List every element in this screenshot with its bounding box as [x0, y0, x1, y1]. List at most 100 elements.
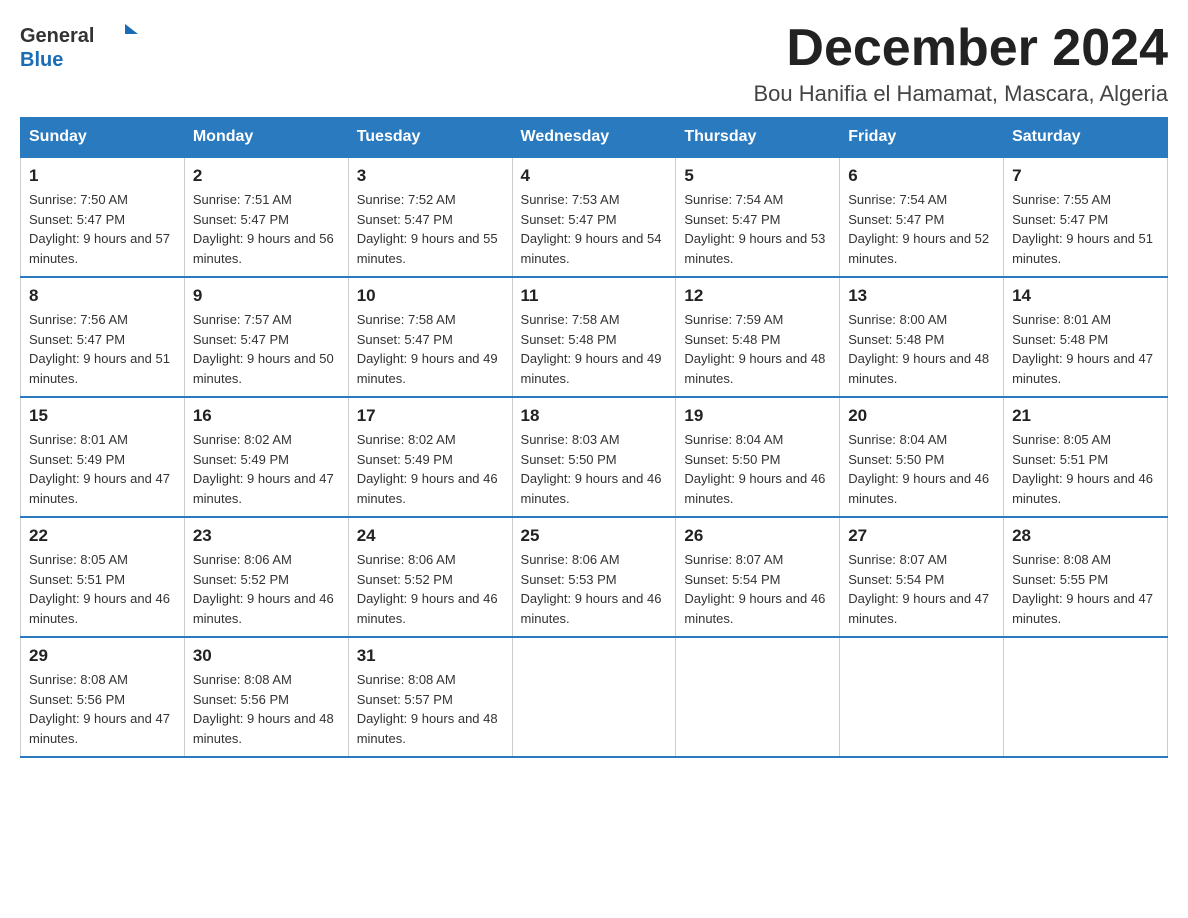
day-number: 2 — [193, 166, 340, 186]
day-info: Sunrise: 7:52 AM Sunset: 5:47 PM Dayligh… — [357, 190, 504, 268]
day-info: Sunrise: 8:08 AM Sunset: 5:55 PM Dayligh… — [1012, 550, 1159, 628]
table-row: 19 Sunrise: 8:04 AM Sunset: 5:50 PM Dayl… — [676, 397, 840, 517]
table-row: 12 Sunrise: 7:59 AM Sunset: 5:48 PM Dayl… — [676, 277, 840, 397]
table-row: 17 Sunrise: 8:02 AM Sunset: 5:49 PM Dayl… — [348, 397, 512, 517]
month-title: December 2024 — [753, 20, 1168, 77]
table-row: 6 Sunrise: 7:54 AM Sunset: 5:47 PM Dayli… — [840, 157, 1004, 277]
day-info: Sunrise: 7:51 AM Sunset: 5:47 PM Dayligh… — [193, 190, 340, 268]
day-info: Sunrise: 7:54 AM Sunset: 5:47 PM Dayligh… — [848, 190, 995, 268]
table-row: 10 Sunrise: 7:58 AM Sunset: 5:47 PM Dayl… — [348, 277, 512, 397]
svg-text:Blue: Blue — [20, 49, 63, 71]
calendar-table: Sunday Monday Tuesday Wednesday Thursday… — [20, 117, 1168, 758]
day-number: 23 — [193, 526, 340, 546]
day-info: Sunrise: 7:58 AM Sunset: 5:47 PM Dayligh… — [357, 310, 504, 388]
day-info: Sunrise: 7:58 AM Sunset: 5:48 PM Dayligh… — [521, 310, 668, 388]
day-number: 12 — [684, 286, 831, 306]
day-number: 13 — [848, 286, 995, 306]
day-info: Sunrise: 8:03 AM Sunset: 5:50 PM Dayligh… — [521, 430, 668, 508]
table-row: 25 Sunrise: 8:06 AM Sunset: 5:53 PM Dayl… — [512, 517, 676, 637]
day-info: Sunrise: 7:56 AM Sunset: 5:47 PM Dayligh… — [29, 310, 176, 388]
day-info: Sunrise: 8:08 AM Sunset: 5:56 PM Dayligh… — [193, 670, 340, 748]
calendar-header-row: Sunday Monday Tuesday Wednesday Thursday… — [21, 118, 1168, 158]
table-row: 5 Sunrise: 7:54 AM Sunset: 5:47 PM Dayli… — [676, 157, 840, 277]
day-info: Sunrise: 7:59 AM Sunset: 5:48 PM Dayligh… — [684, 310, 831, 388]
day-info: Sunrise: 8:06 AM Sunset: 5:52 PM Dayligh… — [357, 550, 504, 628]
day-number: 9 — [193, 286, 340, 306]
table-row: 15 Sunrise: 8:01 AM Sunset: 5:49 PM Dayl… — [21, 397, 185, 517]
day-info: Sunrise: 7:57 AM Sunset: 5:47 PM Dayligh… — [193, 310, 340, 388]
day-number: 14 — [1012, 286, 1159, 306]
day-info: Sunrise: 8:02 AM Sunset: 5:49 PM Dayligh… — [193, 430, 340, 508]
day-number: 7 — [1012, 166, 1159, 186]
table-row: 8 Sunrise: 7:56 AM Sunset: 5:47 PM Dayli… — [21, 277, 185, 397]
day-info: Sunrise: 8:07 AM Sunset: 5:54 PM Dayligh… — [848, 550, 995, 628]
day-info: Sunrise: 8:00 AM Sunset: 5:48 PM Dayligh… — [848, 310, 995, 388]
table-row: 13 Sunrise: 8:00 AM Sunset: 5:48 PM Dayl… — [840, 277, 1004, 397]
table-row: 18 Sunrise: 8:03 AM Sunset: 5:50 PM Dayl… — [512, 397, 676, 517]
day-number: 17 — [357, 406, 504, 426]
day-info: Sunrise: 8:05 AM Sunset: 5:51 PM Dayligh… — [1012, 430, 1159, 508]
day-number: 18 — [521, 406, 668, 426]
day-number: 29 — [29, 646, 176, 666]
day-info: Sunrise: 7:55 AM Sunset: 5:47 PM Dayligh… — [1012, 190, 1159, 268]
title-block: December 2024 Bou Hanifia el Hamamat, Ma… — [753, 20, 1168, 107]
table-row — [840, 637, 1004, 757]
table-row: 27 Sunrise: 8:07 AM Sunset: 5:54 PM Dayl… — [840, 517, 1004, 637]
day-info: Sunrise: 8:01 AM Sunset: 5:48 PM Dayligh… — [1012, 310, 1159, 388]
day-number: 19 — [684, 406, 831, 426]
day-number: 28 — [1012, 526, 1159, 546]
table-row: 28 Sunrise: 8:08 AM Sunset: 5:55 PM Dayl… — [1004, 517, 1168, 637]
table-row: 1 Sunrise: 7:50 AM Sunset: 5:47 PM Dayli… — [21, 157, 185, 277]
day-number: 4 — [521, 166, 668, 186]
col-tuesday: Tuesday — [348, 118, 512, 158]
day-info: Sunrise: 7:53 AM Sunset: 5:47 PM Dayligh… — [521, 190, 668, 268]
day-number: 15 — [29, 406, 176, 426]
day-info: Sunrise: 8:02 AM Sunset: 5:49 PM Dayligh… — [357, 430, 504, 508]
day-info: Sunrise: 7:50 AM Sunset: 5:47 PM Dayligh… — [29, 190, 176, 268]
col-monday: Monday — [184, 118, 348, 158]
svg-text:General: General — [20, 25, 94, 47]
table-row: 29 Sunrise: 8:08 AM Sunset: 5:56 PM Dayl… — [21, 637, 185, 757]
location-title: Bou Hanifia el Hamamat, Mascara, Algeria — [753, 81, 1168, 107]
day-info: Sunrise: 8:06 AM Sunset: 5:53 PM Dayligh… — [521, 550, 668, 628]
table-row: 31 Sunrise: 8:08 AM Sunset: 5:57 PM Dayl… — [348, 637, 512, 757]
table-row: 2 Sunrise: 7:51 AM Sunset: 5:47 PM Dayli… — [184, 157, 348, 277]
day-number: 10 — [357, 286, 504, 306]
day-info: Sunrise: 8:04 AM Sunset: 5:50 PM Dayligh… — [848, 430, 995, 508]
table-row — [1004, 637, 1168, 757]
day-info: Sunrise: 8:01 AM Sunset: 5:49 PM Dayligh… — [29, 430, 176, 508]
day-info: Sunrise: 8:08 AM Sunset: 5:57 PM Dayligh… — [357, 670, 504, 748]
day-number: 3 — [357, 166, 504, 186]
page-header: General Blue December 2024 Bou Hanifia e… — [20, 20, 1168, 107]
day-number: 25 — [521, 526, 668, 546]
table-row: 21 Sunrise: 8:05 AM Sunset: 5:51 PM Dayl… — [1004, 397, 1168, 517]
col-saturday: Saturday — [1004, 118, 1168, 158]
day-number: 16 — [193, 406, 340, 426]
table-row: 30 Sunrise: 8:08 AM Sunset: 5:56 PM Dayl… — [184, 637, 348, 757]
day-number: 8 — [29, 286, 176, 306]
table-row — [676, 637, 840, 757]
table-row: 20 Sunrise: 8:04 AM Sunset: 5:50 PM Dayl… — [840, 397, 1004, 517]
table-row: 16 Sunrise: 8:02 AM Sunset: 5:49 PM Dayl… — [184, 397, 348, 517]
table-row — [512, 637, 676, 757]
day-info: Sunrise: 8:05 AM Sunset: 5:51 PM Dayligh… — [29, 550, 176, 628]
day-number: 22 — [29, 526, 176, 546]
day-number: 5 — [684, 166, 831, 186]
day-info: Sunrise: 8:07 AM Sunset: 5:54 PM Dayligh… — [684, 550, 831, 628]
day-number: 21 — [1012, 406, 1159, 426]
table-row: 4 Sunrise: 7:53 AM Sunset: 5:47 PM Dayli… — [512, 157, 676, 277]
table-row: 14 Sunrise: 8:01 AM Sunset: 5:48 PM Dayl… — [1004, 277, 1168, 397]
logo: General Blue — [20, 20, 140, 75]
day-info: Sunrise: 8:06 AM Sunset: 5:52 PM Dayligh… — [193, 550, 340, 628]
day-number: 26 — [684, 526, 831, 546]
day-number: 20 — [848, 406, 995, 426]
day-info: Sunrise: 8:08 AM Sunset: 5:56 PM Dayligh… — [29, 670, 176, 748]
table-row: 26 Sunrise: 8:07 AM Sunset: 5:54 PM Dayl… — [676, 517, 840, 637]
day-number: 31 — [357, 646, 504, 666]
day-info: Sunrise: 7:54 AM Sunset: 5:47 PM Dayligh… — [684, 190, 831, 268]
col-wednesday: Wednesday — [512, 118, 676, 158]
day-number: 24 — [357, 526, 504, 546]
table-row: 22 Sunrise: 8:05 AM Sunset: 5:51 PM Dayl… — [21, 517, 185, 637]
table-row: 24 Sunrise: 8:06 AM Sunset: 5:52 PM Dayl… — [348, 517, 512, 637]
table-row: 9 Sunrise: 7:57 AM Sunset: 5:47 PM Dayli… — [184, 277, 348, 397]
